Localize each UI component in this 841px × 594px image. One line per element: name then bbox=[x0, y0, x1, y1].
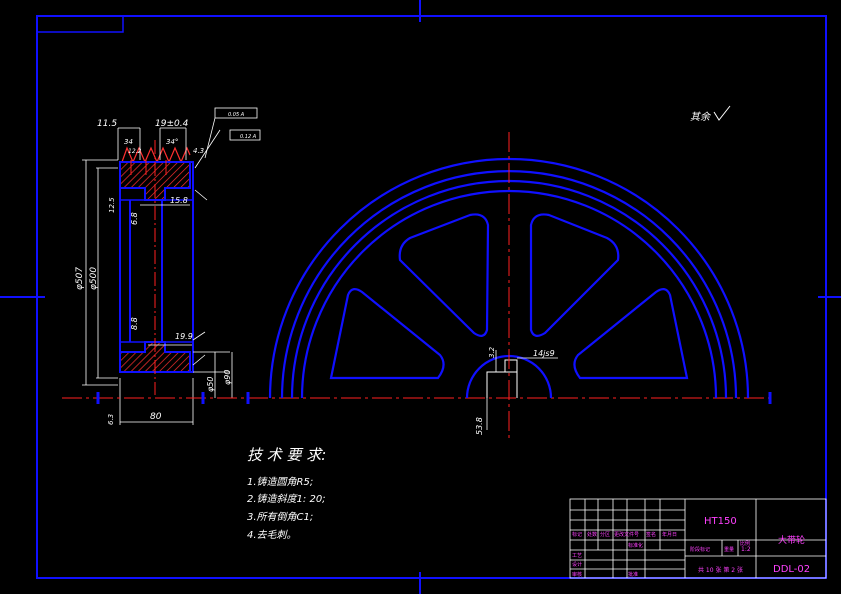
sheet-label: 共 10 张 第 2 张 bbox=[698, 566, 743, 574]
dim-19-9: 19.9 bbox=[175, 332, 193, 341]
tech-req-3: 3.所有倒角C1; bbox=[247, 511, 313, 523]
spoke-window-4 bbox=[573, 288, 689, 380]
dim-19: 19±0.4 bbox=[155, 119, 189, 129]
section-view bbox=[119, 140, 194, 395]
dim-34: 34 bbox=[124, 138, 133, 146]
roughness-symbol bbox=[713, 105, 731, 121]
tb-label-1: 处数 bbox=[587, 531, 597, 538]
dim-8-8: 8.8 bbox=[130, 317, 139, 330]
tech-req-1: 1.铸造圆角R5; bbox=[247, 476, 313, 488]
tb-label-8: 工艺 bbox=[572, 553, 582, 559]
tb-label-0: 标记 bbox=[572, 531, 582, 538]
dim-80: 80 bbox=[150, 412, 162, 422]
tb-label-9: 批准 bbox=[628, 571, 638, 578]
cad-drawing: 11.5 19±0.4 34 12.2 34° 4.3 6.8 15.8 8.8… bbox=[0, 0, 841, 594]
dim-15-8: 15.8 bbox=[170, 196, 188, 205]
material-label: HT150 bbox=[704, 516, 737, 527]
ra-3-2: 3.2 bbox=[488, 346, 496, 358]
tolerance-1: 0.05 A bbox=[228, 112, 245, 118]
dim-key-depth: 53.8 bbox=[475, 417, 484, 435]
tb-label-12: 重量 bbox=[724, 546, 734, 553]
tech-req-title: 技 术 要 求: bbox=[247, 446, 326, 464]
dim-dia90: φ90 bbox=[223, 370, 232, 385]
tech-req-2: 2.铸造斜度1: 20; bbox=[247, 493, 326, 505]
tb-label-3: 更改文件号 bbox=[614, 531, 639, 538]
dim-4-3: 4.3 bbox=[193, 147, 204, 155]
part-name-label: 大带轮 bbox=[778, 534, 805, 546]
dim-dia500: φ500 bbox=[89, 267, 99, 290]
front-dimensions bbox=[486, 350, 558, 430]
tb-label-7: 审核 bbox=[572, 571, 582, 578]
dim-12-2: 12.2 bbox=[128, 148, 142, 155]
scale-label: 1:2 bbox=[741, 546, 751, 553]
drawing-number-label: DDL-02 bbox=[773, 564, 810, 575]
dim-6-8: 6.8 bbox=[130, 212, 139, 225]
tb-label-5: 年月日 bbox=[662, 531, 677, 538]
dim-dia507: φ507 bbox=[75, 267, 85, 290]
tb-label-10: 标准化 bbox=[628, 542, 643, 549]
dim-key-width: 14js9 bbox=[533, 349, 555, 358]
tb-label-13: 比例 bbox=[740, 540, 750, 547]
tb-label-6: 设计 bbox=[572, 561, 582, 568]
surface-finish-note: 其余 bbox=[690, 111, 712, 123]
tb-label-2: 分区 bbox=[600, 531, 610, 538]
dim-angle: 34° bbox=[166, 138, 178, 146]
tb-label-4: 签名 bbox=[646, 531, 656, 538]
tech-req-4: 4.去毛刺。 bbox=[247, 529, 297, 541]
dim-11-5: 11.5 bbox=[97, 119, 117, 129]
ra-6-3: 6.3 bbox=[107, 414, 115, 425]
spoke-window-3 bbox=[529, 213, 620, 337]
tb-label-11: 阶段标记 bbox=[690, 546, 710, 553]
ra-12-5: 12.5 bbox=[108, 197, 116, 213]
spoke-window-2 bbox=[398, 213, 490, 337]
tolerance-2: 0.12 A bbox=[240, 134, 257, 140]
dim-dia50: φ50 bbox=[206, 377, 215, 392]
spoke-window-1 bbox=[329, 288, 445, 380]
drawing-frame bbox=[0, 0, 841, 594]
